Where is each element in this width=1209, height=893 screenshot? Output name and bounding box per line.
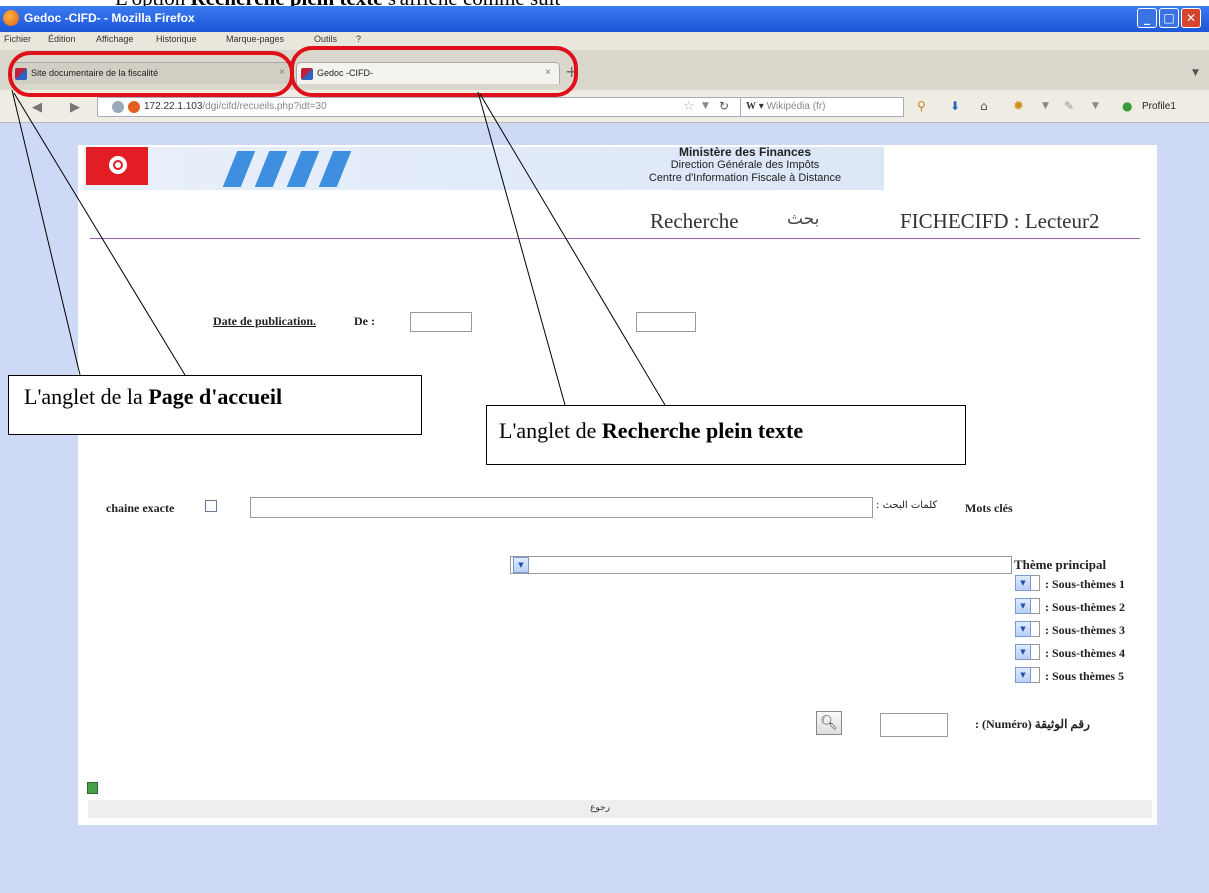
subtheme-4-field[interactable] (1031, 644, 1040, 660)
subtheme-1-label: : Sous-thèmes 1 (1045, 577, 1125, 591)
header-ministry: Ministère des Finances (678, 145, 812, 159)
footer-bar (88, 800, 1152, 818)
subtheme-3-field[interactable] (1031, 621, 1040, 637)
numero-label: : (Numéro) رقم الوثيقة (975, 717, 1090, 731)
subtheme-1-field[interactable] (1031, 575, 1040, 591)
addon-icon[interactable]: ✹ (1013, 99, 1024, 114)
chevron-down-icon[interactable]: ▼ (513, 557, 529, 573)
subtheme-1-select[interactable]: ▼ (1015, 575, 1031, 591)
download-icon[interactable]: ⬇ (950, 99, 960, 113)
numero-input[interactable] (880, 713, 948, 737)
home-icon[interactable]: ⌂ (980, 99, 988, 113)
callout-search-tab: L'anglet de Recherche plein texte (486, 405, 966, 465)
url-history-icon[interactable]: ▼ (702, 101, 709, 111)
close-window-button[interactable]: ✕ (1181, 8, 1201, 28)
addon-dropdown-icon[interactable]: ▼ (1042, 101, 1049, 111)
menu-marque-pages[interactable]: Marque-pages (226, 34, 284, 44)
keywords-label: Mots clés (965, 501, 1013, 515)
date-label: Date de publication. (213, 314, 317, 328)
subtheme-4-select[interactable]: ▼ (1015, 644, 1031, 660)
subtheme-3-select[interactable]: ▼ (1015, 621, 1031, 637)
tab-home-highlight (8, 51, 294, 97)
menu-fichier[interactable]: Fichier (4, 34, 31, 44)
header-org: Ministère des Finances Direction Général… (600, 146, 890, 185)
maximize-button[interactable]: □ (1159, 8, 1179, 28)
globe-icon (112, 101, 124, 113)
callout-home-tab: L'anglet de la Page d'accueil (8, 375, 422, 435)
back-link[interactable]: رجوع (590, 803, 610, 813)
subtheme-3-label: : Sous-thèmes 3 (1045, 623, 1125, 637)
profile-icon[interactable]: ● (1122, 99, 1132, 113)
extension-dropdown-icon[interactable]: ▼ (1092, 101, 1099, 111)
menu-affichage[interactable]: Affichage (96, 34, 133, 44)
date-from-input[interactable] (410, 312, 472, 332)
search-button[interactable]: 🔍︎ (816, 711, 842, 735)
tab-list-icon[interactable]: ▼ (1192, 68, 1199, 78)
minimize-button[interactable]: _ (1137, 8, 1157, 28)
window-title: Gedoc -CIFD- - Mozilla Firefox (24, 11, 195, 25)
subtheme-2-select[interactable]: ▼ (1015, 598, 1031, 614)
forward-arrow-icon[interactable]: ▶ (70, 100, 80, 115)
search-engine[interactable]: W ▾ Wikipédia (fr) (746, 101, 825, 112)
flag-crescent-icon (113, 160, 123, 170)
subtheme-5-label: : Sous thèmes 5 (1045, 669, 1125, 683)
back-arrow-icon[interactable]: ◀ (32, 100, 42, 115)
subtheme-5-select[interactable]: ▼ (1015, 667, 1031, 683)
menu-help[interactable]: ? (356, 34, 361, 44)
menu-outils[interactable]: Outils (314, 34, 337, 44)
theme-select[interactable] (510, 556, 1012, 574)
subtheme-2-label: : Sous-thèmes 2 (1045, 600, 1125, 614)
tab-search-highlight (290, 46, 578, 97)
header-divider (90, 238, 1140, 239)
exact-string-checkbox[interactable] (205, 500, 217, 512)
subtheme-4-label: : Sous-thèmes 4 (1045, 646, 1125, 660)
search-icon: 🔍︎ (820, 715, 838, 731)
star-icon[interactable]: ☆ (683, 99, 695, 114)
keywords-arabic-label: : كلمات البحث (876, 500, 938, 511)
theme-label: Thème principal (1014, 557, 1107, 572)
reload-icon[interactable]: ↻ (719, 99, 729, 113)
extension-icon[interactable]: ✎ (1064, 99, 1074, 113)
date-from-label: De : (354, 314, 375, 328)
url-text[interactable]: 172.22.1.103/dgi/cifd/recueils.php?idt=3… (144, 101, 327, 112)
warning-icon (128, 101, 140, 113)
subtheme-5-field[interactable] (1031, 667, 1040, 683)
exact-string-label: chaine exacte (106, 501, 175, 515)
keywords-input[interactable] (250, 497, 873, 518)
date-to-input[interactable] (636, 312, 696, 332)
recherche-arabic-link[interactable]: بحث (787, 209, 819, 229)
user-label: FICHECIFD : Lecteur2 (900, 209, 1100, 233)
recherche-link[interactable]: Recherche (650, 209, 739, 234)
profile-label[interactable]: Profile1 (1142, 101, 1176, 112)
header-direction: Direction Générale des Impôts (670, 159, 820, 171)
magnifier-icon[interactable]: ⚲ (917, 99, 926, 113)
header-centre: Centre d'Information Fiscale à Distance (648, 172, 842, 184)
menu-historique[interactable]: Historique (156, 34, 197, 44)
page-icon[interactable] (87, 782, 98, 794)
menu-edition[interactable]: Édition (48, 34, 76, 44)
firefox-icon (3, 10, 19, 26)
subtheme-2-field[interactable] (1031, 598, 1040, 614)
